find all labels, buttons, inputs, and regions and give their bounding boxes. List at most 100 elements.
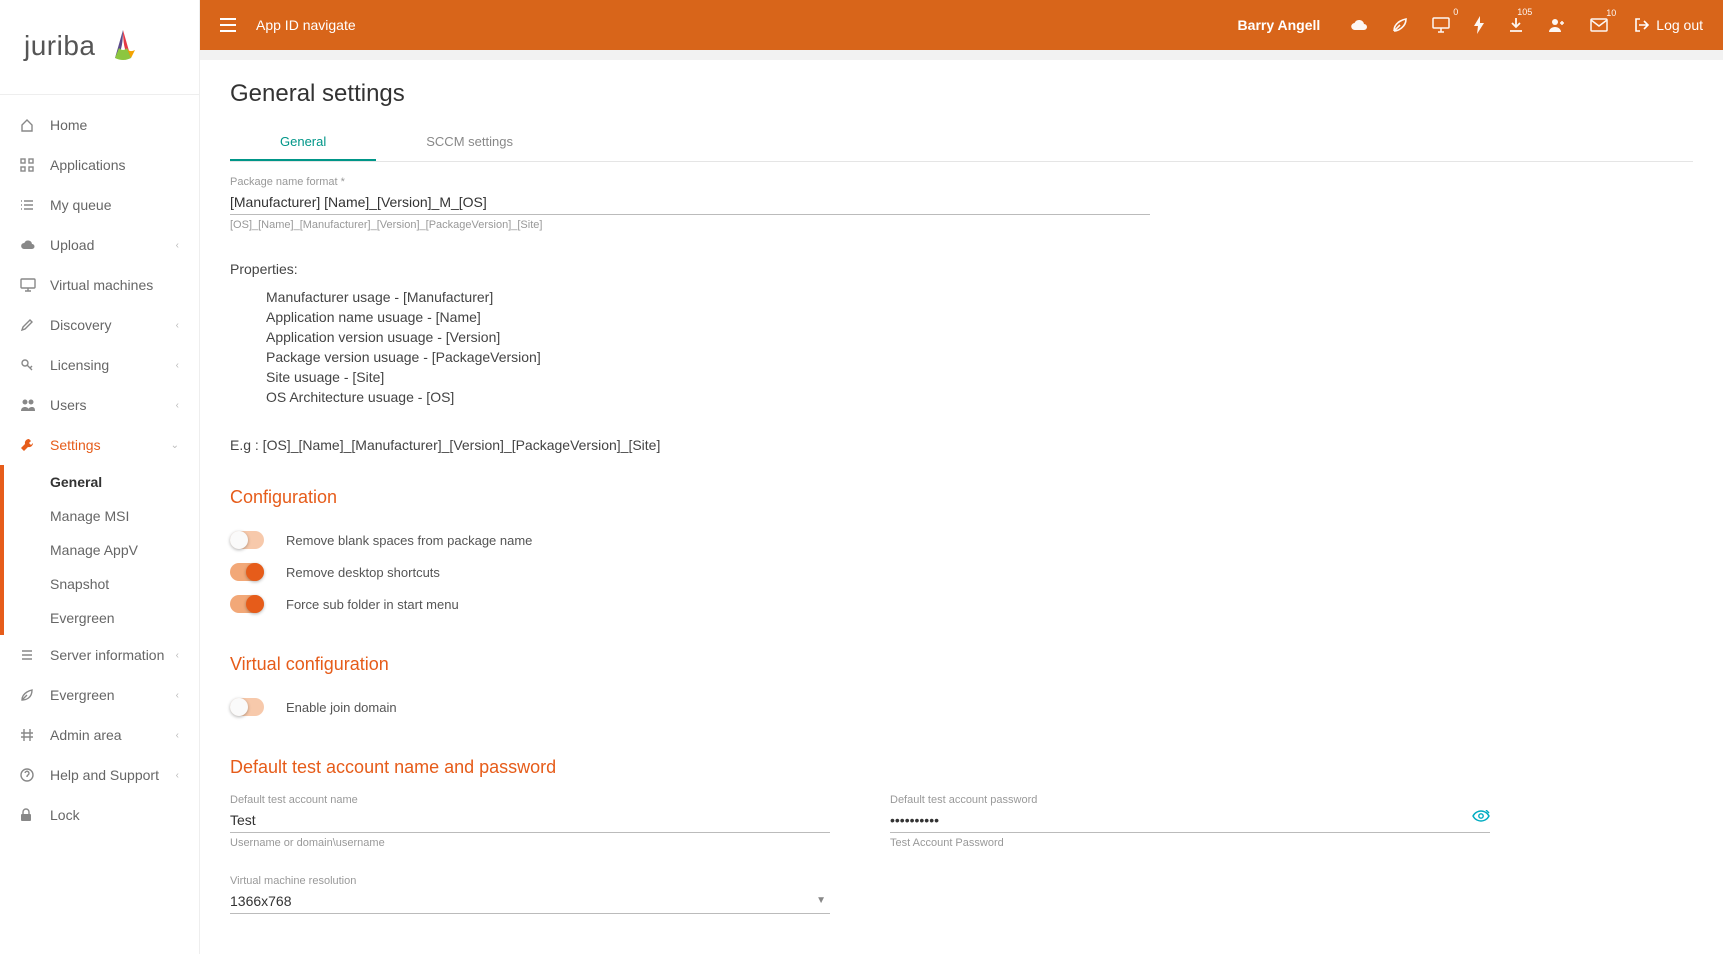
test-account-password-label: Default test account password xyxy=(890,794,1490,806)
sidebar-item-server-information[interactable]: Server information‹ xyxy=(0,635,199,675)
config-toggle-2[interactable] xyxy=(230,595,264,613)
sidebar-item-label: Evergreen xyxy=(50,687,115,703)
list2-icon xyxy=(20,648,40,662)
test-account-name-input[interactable] xyxy=(230,808,830,833)
sidebar-item-label: Virtual machines xyxy=(50,277,153,293)
config-row: Remove desktop shortcuts xyxy=(230,556,1693,588)
sidebar-item-settings[interactable]: Settings ⌄ xyxy=(0,425,199,465)
package-name-format-input[interactable] xyxy=(230,190,1150,215)
list-icon xyxy=(20,198,40,212)
sidebar-item-label: Home xyxy=(50,117,87,133)
properties-list: Manufacturer usage - [Manufacturer]Appli… xyxy=(230,287,1693,407)
cloud-up-icon xyxy=(20,239,40,251)
sidebar-item-virtual-machines[interactable]: Virtual machines xyxy=(0,265,199,305)
test-account-password-input[interactable] xyxy=(890,808,1490,833)
monitor-badge: 0 xyxy=(1451,7,1460,17)
sidebar-item-label: Licensing xyxy=(50,357,109,373)
config-row: Force sub folder in start menu xyxy=(230,588,1693,620)
logout-label: Log out xyxy=(1656,17,1703,33)
sidebar-item-label: Users xyxy=(50,397,87,413)
sidebar-item-label: Upload xyxy=(50,237,94,253)
mail-icon[interactable]: 10 xyxy=(1590,18,1608,32)
download-icon[interactable]: 105 xyxy=(1508,17,1524,33)
key-icon xyxy=(20,358,40,372)
chevron-left-icon: ‹ xyxy=(176,690,179,701)
main: App ID navigate Barry Angell 0 105 xyxy=(200,0,1723,954)
logo: juriba xyxy=(0,0,199,95)
test-account-heading: Default test account name and password xyxy=(230,757,1693,778)
sidebar-item-licensing[interactable]: Licensing ‹ xyxy=(0,345,199,385)
vconfig-toggle-0[interactable] xyxy=(230,698,264,716)
tab-sccm-settings[interactable]: SCCM settings xyxy=(376,124,563,161)
menu-toggle-icon[interactable] xyxy=(220,18,236,32)
cloud-icon[interactable] xyxy=(1350,18,1368,32)
leaf-icon xyxy=(20,688,40,702)
users-icon xyxy=(20,398,40,412)
show-password-icon[interactable] xyxy=(1472,810,1490,822)
logo-icon xyxy=(105,28,141,64)
package-format-example: E.g : [OS]_[Name]_[Manufacturer]_[Versio… xyxy=(230,437,1693,453)
page-title: General settings xyxy=(230,80,1693,108)
content: General settings GeneralSCCM settings Pa… xyxy=(200,60,1723,954)
monitor-icon[interactable]: 0 xyxy=(1432,17,1450,33)
sidebar-item-admin-area[interactable]: Admin area‹ xyxy=(0,715,199,755)
lock-icon xyxy=(20,808,40,822)
sidebar-subitem-manage-appv[interactable]: Manage AppV xyxy=(0,533,199,567)
vm-resolution-select[interactable]: 1366x768 xyxy=(230,889,830,914)
test-account-name-hint: Username or domain\username xyxy=(230,837,830,849)
vconfig-label: Enable join domain xyxy=(286,700,397,715)
hash-icon xyxy=(20,728,40,742)
download-badge: 105 xyxy=(1515,7,1534,17)
properties-heading: Properties: xyxy=(230,261,1693,277)
chevron-left-icon: ‹ xyxy=(176,240,179,251)
package-name-format-label: Package name format * xyxy=(230,176,1150,188)
chevron-left-icon: ‹ xyxy=(176,650,179,661)
sidebar-item-home[interactable]: Home xyxy=(0,105,199,145)
leaf-icon[interactable] xyxy=(1392,17,1408,33)
virtual-configuration-heading: Virtual configuration xyxy=(230,654,1693,675)
logout-button[interactable]: Log out xyxy=(1634,17,1703,33)
config-label: Remove desktop shortcuts xyxy=(286,565,440,580)
sidebar-item-evergreen[interactable]: Evergreen ‹ xyxy=(0,675,199,715)
sidebar-item-label: Settings xyxy=(50,437,101,453)
tab-general[interactable]: General xyxy=(230,124,376,161)
tabs: GeneralSCCM settings xyxy=(230,124,1693,162)
configuration-heading: Configuration xyxy=(230,487,1693,508)
sidebar-item-upload[interactable]: Upload ‹ xyxy=(0,225,199,265)
sidebar-item-label: Discovery xyxy=(50,317,111,333)
topbar: App ID navigate Barry Angell 0 105 xyxy=(200,0,1723,50)
wrench-icon xyxy=(20,438,40,452)
config-toggle-0[interactable] xyxy=(230,531,264,549)
test-account-password-hint: Test Account Password xyxy=(890,837,1490,849)
sidebar-item-applications[interactable]: Applications xyxy=(0,145,199,185)
vm-resolution-label: Virtual machine resolution xyxy=(230,875,830,887)
sidebar-item-lock[interactable]: Lock xyxy=(0,795,199,835)
package-name-format-hint: [OS]_[Name]_[Manufacturer]_[Version]_[Pa… xyxy=(230,219,1150,231)
logo-text: juriba xyxy=(24,30,95,62)
sidebar-item-label: Applications xyxy=(50,157,126,173)
config-toggle-1[interactable] xyxy=(230,563,264,581)
add-user-icon[interactable] xyxy=(1548,17,1566,33)
bolt-icon[interactable] xyxy=(1474,16,1484,34)
sidebar-subitem-manage-msi[interactable]: Manage MSI xyxy=(0,499,199,533)
sidebar-item-label: Admin area xyxy=(50,727,122,743)
chevron-left-icon: ‹ xyxy=(176,400,179,411)
chevron-left-icon: ‹ xyxy=(176,360,179,371)
user-name[interactable]: Barry Angell xyxy=(1238,17,1321,33)
pencil-icon xyxy=(20,318,40,332)
chevron-left-icon: ‹ xyxy=(176,320,179,331)
sidebar-item-help-and-support[interactable]: Help and Support ‹ xyxy=(0,755,199,795)
sidebar-subitem-snapshot[interactable]: Snapshot xyxy=(0,567,199,601)
test-account-name-label: Default test account name xyxy=(230,794,830,806)
home-icon xyxy=(20,118,40,132)
chevron-left-icon: ‹ xyxy=(176,770,179,781)
property-item: OS Architecture usuage - [OS] xyxy=(266,387,1693,407)
sidebar-item-my-queue[interactable]: My queue xyxy=(0,185,199,225)
sidebar-subitem-general[interactable]: General xyxy=(0,465,199,499)
sidebar-submenu: GeneralManage MSIManage AppVSnapshotEver… xyxy=(0,465,199,635)
chevron-down-icon: ⌄ xyxy=(171,440,179,451)
sidebar-subitem-evergreen[interactable]: Evergreen xyxy=(0,601,199,635)
sidebar-item-label: Help and Support xyxy=(50,767,159,783)
sidebar-item-discovery[interactable]: Discovery ‹ xyxy=(0,305,199,345)
sidebar-item-users[interactable]: Users ‹ xyxy=(0,385,199,425)
